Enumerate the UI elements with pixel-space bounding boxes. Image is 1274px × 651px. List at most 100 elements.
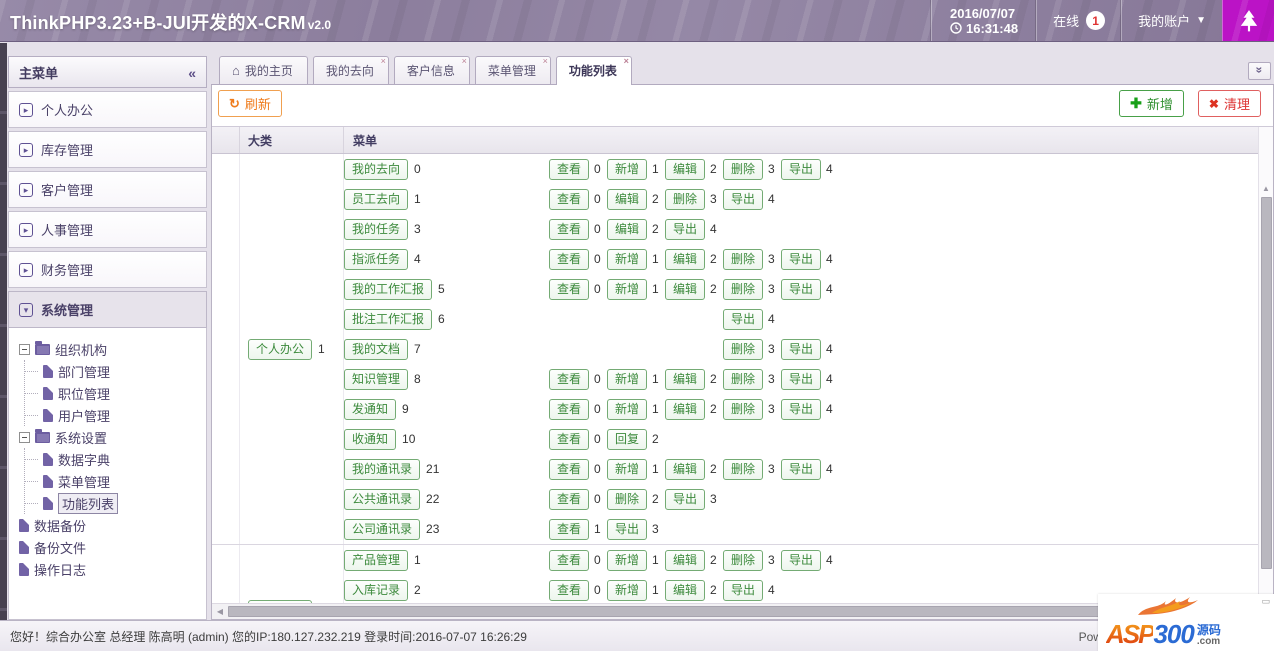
delete-button[interactable]: 删除 xyxy=(723,279,763,300)
menu-button[interactable]: 我的任务 xyxy=(344,219,408,240)
sidebar-collapse-icon[interactable]: « xyxy=(188,65,196,81)
export-button[interactable]: 导出 xyxy=(781,399,821,420)
close-icon[interactable]: × xyxy=(624,57,629,66)
tab-我的去向[interactable]: 我的去向× xyxy=(313,56,389,84)
delete-button[interactable]: 删除 xyxy=(607,489,647,510)
tab-客户信息[interactable]: 客户信息× xyxy=(394,56,470,84)
tree-item-系统设置[interactable]: 系统设置 xyxy=(19,426,202,448)
edit-button[interactable]: 编辑 xyxy=(665,279,705,300)
menu-button[interactable]: 产品管理 xyxy=(344,550,408,571)
view-button[interactable]: 查看 xyxy=(549,279,589,300)
sidebar-item-财务管理[interactable]: ▸财务管理 xyxy=(8,251,207,288)
vertical-scroll-thumb[interactable] xyxy=(1261,197,1272,569)
edit-button[interactable]: 编辑 xyxy=(665,580,705,601)
menu-button[interactable]: 员工去向 xyxy=(344,189,408,210)
menu-button[interactable]: 我的文档 xyxy=(344,339,408,360)
tree-item-数据备份[interactable]: 数据备份 xyxy=(19,514,202,536)
category-button[interactable]: 库存管理 xyxy=(248,600,312,603)
add-button[interactable]: 新增 xyxy=(607,249,647,270)
delete-button[interactable]: 删除 xyxy=(723,159,763,180)
export-button[interactable]: 导出 xyxy=(781,550,821,571)
scroll-up-icon[interactable]: ▲ xyxy=(1262,184,1270,194)
tree-item-数据字典[interactable]: 数据字典 xyxy=(25,448,202,470)
view-button[interactable]: 查看 xyxy=(549,219,589,240)
refresh-button[interactable]: ↻ 刷新 xyxy=(218,90,282,117)
view-button[interactable]: 查看 xyxy=(549,519,589,540)
sidebar-item-库存管理[interactable]: ▸库存管理 xyxy=(8,131,207,168)
view-button[interactable]: 查看 xyxy=(549,249,589,270)
delete-button[interactable]: 删除 xyxy=(723,339,763,360)
tree-item-功能列表[interactable]: 功能列表 xyxy=(25,492,202,514)
add-button[interactable]: 新增 xyxy=(607,399,647,420)
export-button[interactable]: 导出 xyxy=(665,219,705,240)
tree-item-菜单管理[interactable]: 菜单管理 xyxy=(25,470,202,492)
close-icon[interactable]: × xyxy=(381,57,386,66)
tree-item-备份文件[interactable]: 备份文件 xyxy=(19,536,202,558)
scroll-left-icon[interactable]: ◀ xyxy=(214,607,226,616)
view-button[interactable]: 查看 xyxy=(549,399,589,420)
edit-button[interactable]: 编辑 xyxy=(665,159,705,180)
export-button[interactable]: 导出 xyxy=(781,369,821,390)
delete-button[interactable]: 删除 xyxy=(723,369,763,390)
tree-item-操作日志[interactable]: 操作日志 xyxy=(19,558,202,580)
tree-item-用户管理[interactable]: 用户管理 xyxy=(25,404,202,426)
menu-button[interactable]: 指派任务 xyxy=(344,249,408,270)
delete-button[interactable]: 删除 xyxy=(723,550,763,571)
menu-button[interactable]: 公司通讯录 xyxy=(344,519,420,540)
menu-button[interactable]: 知识管理 xyxy=(344,369,408,390)
export-button[interactable]: 导出 xyxy=(723,189,763,210)
menu-button[interactable]: 入库记录 xyxy=(344,580,408,601)
view-button[interactable]: 查看 xyxy=(549,459,589,480)
close-icon[interactable]: × xyxy=(462,57,467,66)
export-button[interactable]: 导出 xyxy=(781,159,821,180)
sidebar-item-个人办公[interactable]: ▸个人办公 xyxy=(8,91,207,128)
edit-button[interactable]: 编辑 xyxy=(665,550,705,571)
add-button[interactable]: 新增 xyxy=(607,159,647,180)
menu-button[interactable]: 批注工作汇报 xyxy=(344,309,432,330)
horizontal-scroll-thumb[interactable] xyxy=(228,606,1242,617)
menu-button[interactable]: 我的通讯录 xyxy=(344,459,420,480)
tree-item-组织机构[interactable]: 组织机构 xyxy=(19,338,202,360)
edit-button[interactable]: 编辑 xyxy=(607,219,647,240)
menu-button[interactable]: 我的工作汇报 xyxy=(344,279,432,300)
delete-button[interactable]: 删除 xyxy=(723,399,763,420)
tree-collapse-toggle[interactable] xyxy=(19,432,30,443)
edit-button[interactable]: 编辑 xyxy=(665,249,705,270)
view-button[interactable]: 查看 xyxy=(549,189,589,210)
view-button[interactable]: 查看 xyxy=(549,489,589,510)
add-button[interactable]: 新增 xyxy=(607,279,647,300)
add-button[interactable]: ✚ 新增 xyxy=(1119,90,1184,117)
export-button[interactable]: 导出 xyxy=(607,519,647,540)
export-button[interactable]: 导出 xyxy=(781,249,821,270)
edit-button[interactable]: 编辑 xyxy=(665,369,705,390)
tab-功能列表[interactable]: 功能列表× xyxy=(556,56,632,85)
category-button[interactable]: 个人办公 xyxy=(248,339,312,360)
theme-switch-button[interactable] xyxy=(1222,0,1274,41)
view-button[interactable]: 查看 xyxy=(549,580,589,601)
edit-button[interactable]: 编辑 xyxy=(665,459,705,480)
menu-button[interactable]: 公共通讯录 xyxy=(344,489,420,510)
tab-菜单管理[interactable]: 菜单管理× xyxy=(475,56,551,84)
add-button[interactable]: 新增 xyxy=(607,459,647,480)
online-users-menu[interactable]: 在线 1 xyxy=(1036,0,1121,41)
menu-button[interactable]: 收通知 xyxy=(344,429,396,450)
delete-button[interactable]: 删除 xyxy=(665,189,705,210)
view-button[interactable]: 查看 xyxy=(549,429,589,450)
add-button[interactable]: 新增 xyxy=(607,580,647,601)
delete-button[interactable]: 删除 xyxy=(723,249,763,270)
sidebar-item-人事管理[interactable]: ▸人事管理 xyxy=(8,211,207,248)
close-icon[interactable]: × xyxy=(543,57,548,66)
add-button[interactable]: 新增 xyxy=(607,550,647,571)
export-button[interactable]: 导出 xyxy=(665,489,705,510)
view-button[interactable]: 查看 xyxy=(549,159,589,180)
tab-我的主页[interactable]: ⌂我的主页 xyxy=(219,56,308,84)
add-button[interactable]: 新增 xyxy=(607,369,647,390)
edit-button[interactable]: 编辑 xyxy=(665,399,705,420)
menu-button[interactable]: 我的去向 xyxy=(344,159,408,180)
menu-button[interactable]: 发通知 xyxy=(344,399,396,420)
view-button[interactable]: 查看 xyxy=(549,550,589,571)
sidebar-item-系统管理[interactable]: ▾系统管理 xyxy=(8,291,207,328)
view-button[interactable]: 查看 xyxy=(549,369,589,390)
reply-button[interactable]: 回复 xyxy=(607,429,647,450)
export-button[interactable]: 导出 xyxy=(723,309,763,330)
